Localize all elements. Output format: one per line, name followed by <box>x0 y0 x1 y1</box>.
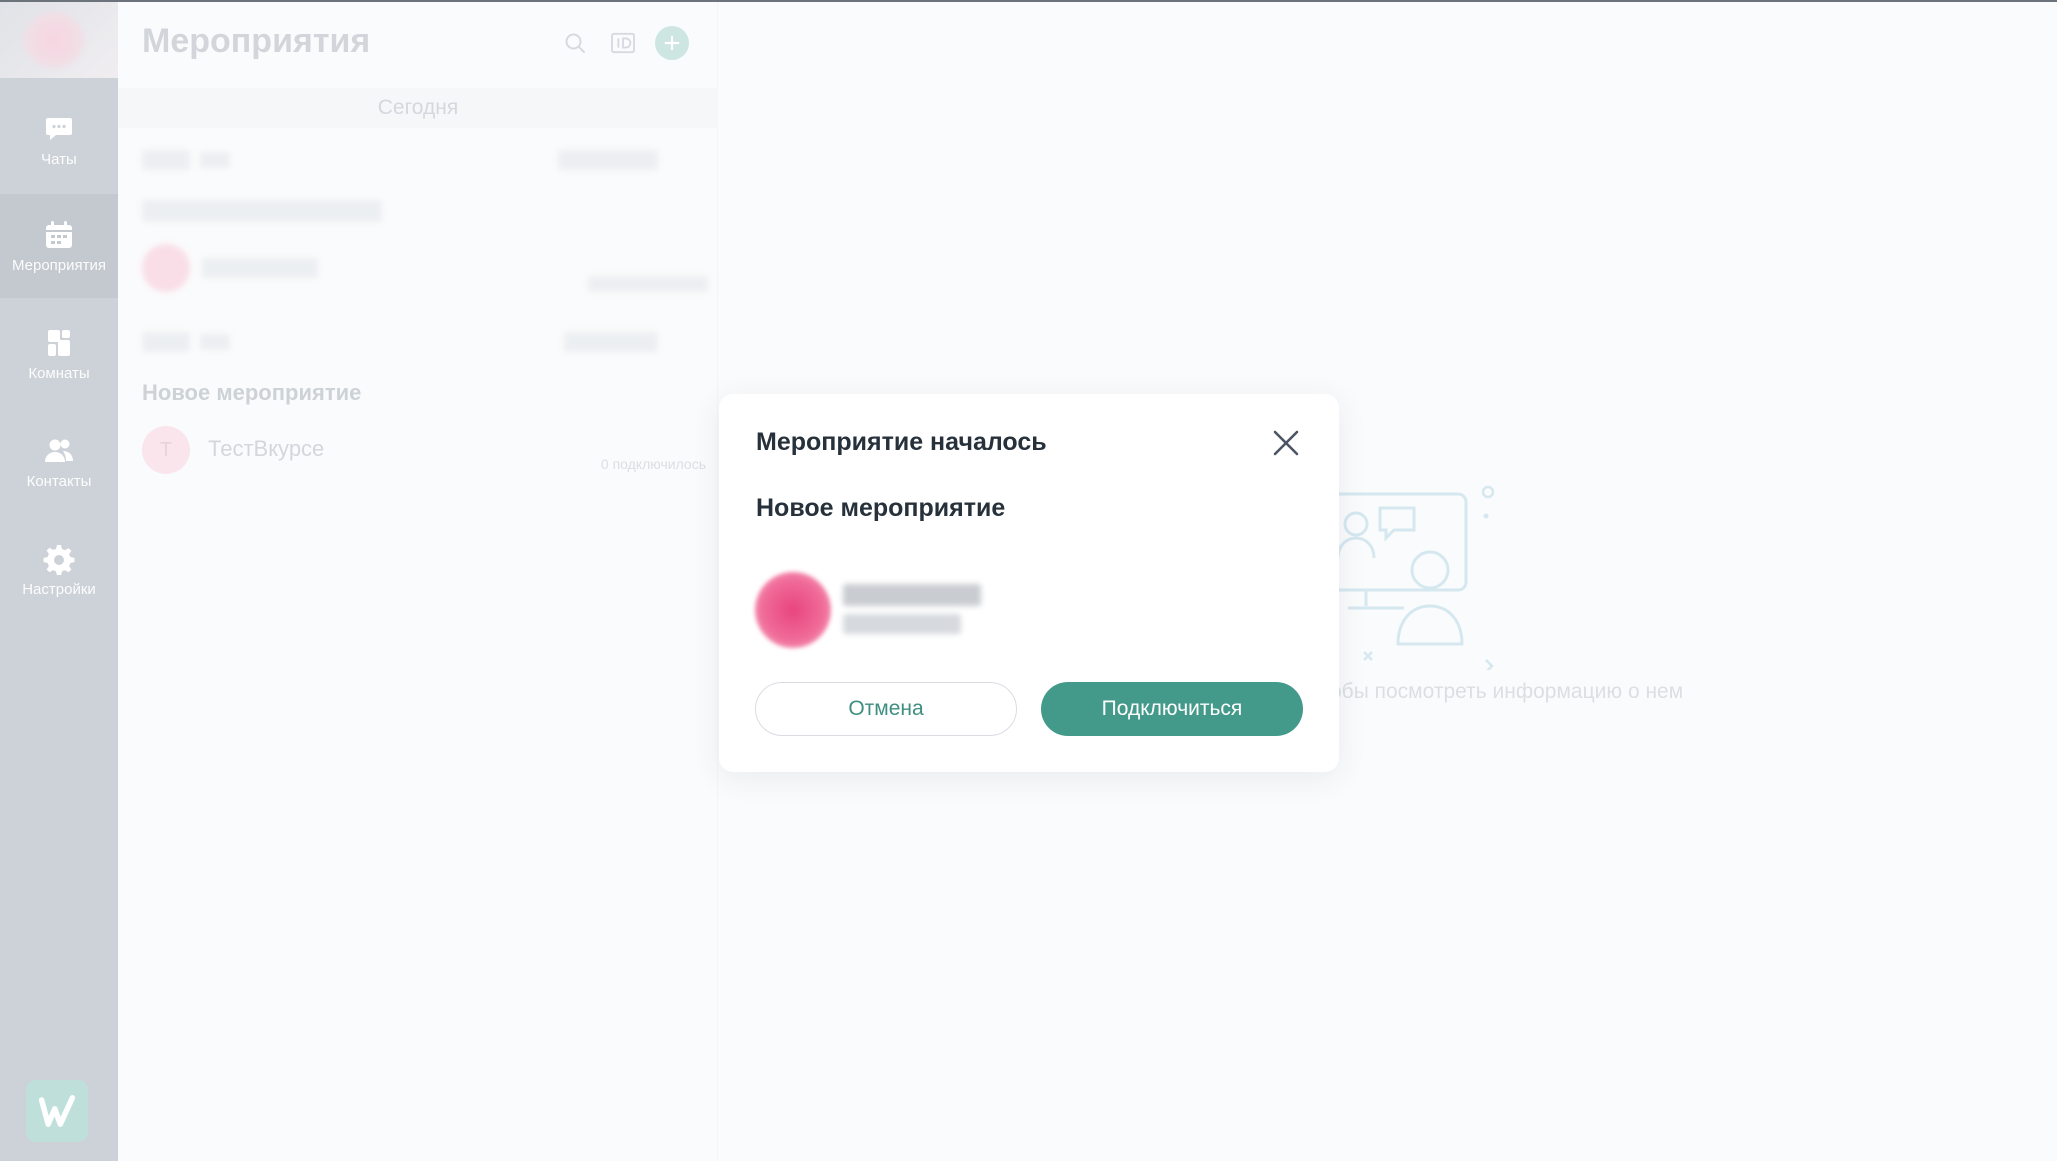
dialog-title: Мероприятие началось <box>756 428 1047 456</box>
window-top-border <box>0 0 2057 2</box>
event-started-dialog: Мероприятие началось Новое мероприятие О… <box>719 394 1339 772</box>
join-button[interactable]: Подключиться <box>1041 682 1303 736</box>
organizer-role-redacted <box>843 614 961 634</box>
cancel-button[interactable]: Отмена <box>755 682 1017 736</box>
event-name: Новое мероприятие <box>756 494 1006 522</box>
organizer-avatar <box>755 572 831 648</box>
close-icon <box>1273 430 1299 456</box>
organizer-name-redacted <box>843 584 981 606</box>
close-button[interactable] <box>1269 426 1303 460</box>
